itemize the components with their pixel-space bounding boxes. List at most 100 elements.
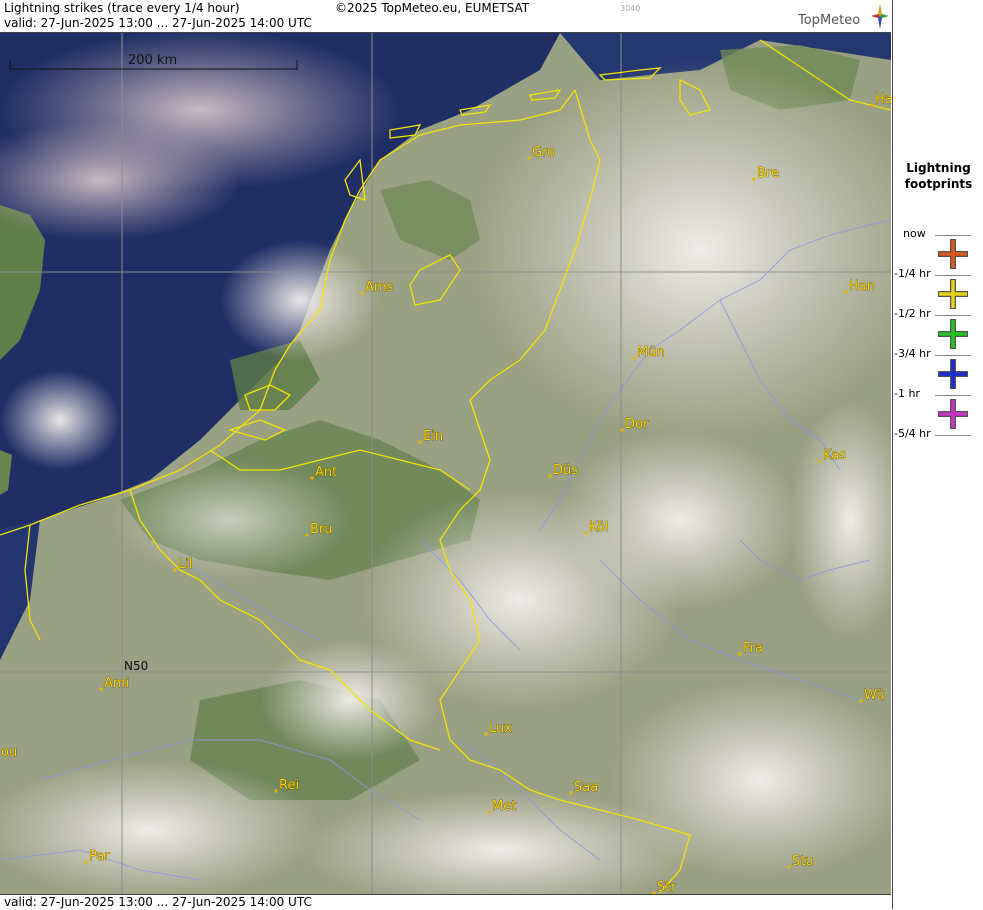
city-marker: Saa [569, 780, 598, 795]
legend-separator [935, 395, 971, 396]
city-marker: ou [1, 745, 18, 761]
map-title: Lightning strikes (trace every 1/4 hour) [4, 1, 240, 15]
city-dot [752, 177, 756, 181]
city-label: Stu [792, 854, 814, 869]
city-dot [787, 865, 791, 869]
city-dot [527, 156, 531, 160]
city-label: Wü [864, 688, 885, 703]
city-dot [620, 428, 624, 432]
city-marker: Stu [787, 854, 814, 869]
city-marker: Par [84, 849, 111, 864]
city-label: Ams [365, 280, 394, 295]
city-dot [584, 531, 588, 535]
city-dot [274, 789, 278, 793]
legend-level-label: -3/4 hr [894, 347, 931, 360]
city-dot [818, 459, 822, 463]
city-marker: Rei [274, 778, 299, 793]
lightning-cross-icon [938, 239, 968, 269]
city-label: Bre [757, 166, 779, 181]
latitude-label: N50 [124, 659, 148, 673]
city-label: Met [492, 799, 516, 814]
city-marker: Düs [548, 463, 579, 478]
city-dot [84, 860, 88, 864]
city-marker: Kas [818, 448, 847, 463]
city-dot [487, 810, 491, 814]
city-dot [173, 568, 177, 572]
map-footer: valid: 27-Jun-2025 13:00 ... 27-Jun-2025… [0, 894, 891, 910]
legend-panel: Lightning footprints now -1/4 hr -1/2 hr -3… [892, 0, 983, 909]
city-marker: Lux [484, 721, 513, 736]
city-dot [738, 652, 742, 656]
city-dot [632, 356, 636, 360]
lightning-cross-icon [938, 359, 968, 389]
city-label: Fra [743, 641, 763, 656]
product-code: 3040 [620, 4, 641, 13]
legend-separator [935, 235, 971, 236]
city-marker: Dor [620, 417, 649, 432]
lightning-cross-icon [938, 399, 968, 429]
city-dot [569, 791, 573, 795]
legend-level-label: now [903, 227, 926, 240]
city-label: Str [657, 880, 676, 894]
legend-separator [935, 315, 971, 316]
legend-title: Lightning footprints [893, 160, 983, 192]
city-marker: Bru [305, 522, 333, 537]
city-dot [870, 103, 874, 107]
city-label: Mün [637, 345, 665, 360]
city-marker: Mün [632, 345, 665, 360]
legend-level-label: -1 hr [894, 387, 920, 400]
legend-separator [935, 355, 971, 356]
city-label: Kas [823, 448, 846, 463]
legend-title-line1: Lightning [906, 161, 971, 175]
city-dot [310, 476, 314, 480]
city-marker: Ams [360, 280, 394, 295]
scale-label: 200 km [128, 53, 177, 68]
lightning-cross-icon [938, 319, 968, 349]
city-dot [360, 291, 364, 295]
city-label: Ha [875, 92, 891, 107]
legend-level-label: -5/4 hr [894, 427, 931, 440]
legend-level-label: -1/2 hr [894, 307, 931, 320]
footer-valid-time: valid: 27-Jun-2025 13:00 ... 27-Jun-2025… [4, 895, 312, 909]
city-marker: Ein [418, 429, 443, 444]
city-label: Lux [489, 721, 512, 736]
city-label: Ant [315, 465, 337, 480]
city-label: Saa [574, 780, 598, 795]
city-label: Ami [104, 676, 129, 691]
city-label: Bru [310, 522, 333, 537]
legend-separator [935, 275, 971, 276]
city-marker: Gro [527, 145, 555, 160]
city-marker: Met [487, 799, 517, 814]
compass-logo-icon [871, 3, 889, 29]
city-dot [548, 474, 552, 478]
city-marker: Köl [584, 520, 609, 535]
city-dot [484, 732, 488, 736]
legend-title-line2: footprints [904, 177, 973, 191]
city-marker: Fra [738, 641, 763, 656]
legend-level-label: -1/4 hr [894, 267, 931, 280]
city-label: Dor [625, 417, 649, 432]
city-label: Par [89, 849, 110, 864]
legend-separator [935, 435, 971, 436]
city-dot [99, 687, 103, 691]
lightning-cross-icon [938, 279, 968, 309]
map-header: Lightning strikes (trace every 1/4 hour)… [0, 0, 891, 33]
city-marker: Str [652, 880, 677, 894]
copyright-text: ©2025 TopMeteo.eu, EUMETSAT [335, 1, 530, 15]
city-label: ou [1, 745, 17, 760]
city-label: Ein [423, 429, 443, 444]
brand-name[interactable]: TopMeteo [798, 13, 860, 28]
valid-time: valid: 27-Jun-2025 13:00 ... 27-Jun-2025… [4, 16, 312, 30]
city-dot [844, 290, 848, 294]
city-marker: Ant [310, 465, 338, 480]
city-marker: Ami [99, 676, 129, 691]
city-label: Gro [532, 145, 555, 160]
city-dot [305, 533, 309, 537]
satellite-map[interactable]: 200 km N50 Gro Bre Ha Ams Han Mün Dor Ein Ant Düs… [0, 33, 891, 894]
city-label: Han [849, 279, 875, 294]
city-dot [859, 699, 863, 703]
map-canvas[interactable]: 200 km N50 Gro Bre Ha Ams Han Mün Dor Ein Ant Düs… [0, 33, 891, 894]
city-marker: Han [844, 279, 875, 294]
city-label: Lil [178, 557, 192, 572]
city-label: Düs [553, 463, 578, 478]
